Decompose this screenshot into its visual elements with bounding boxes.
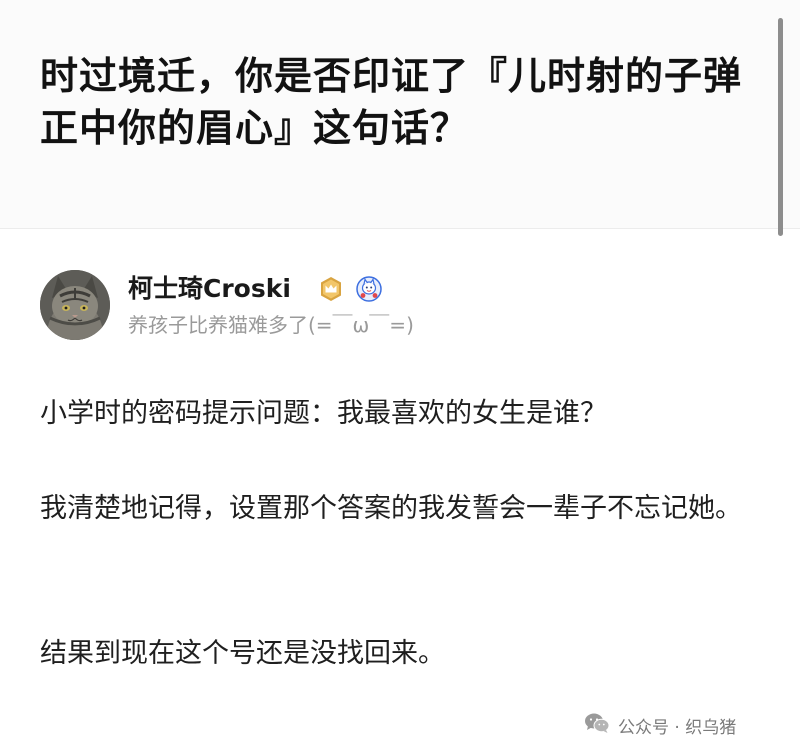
answer-paragraph-1: 小学时的密码提示问题：我最喜欢的女生是谁？ [40, 398, 607, 429]
watermark: 公众号 · 织乌猪 [584, 710, 736, 740]
author-row: 柯士琦Croski 养孩子比养猫难多了(=￣ω￣=) [40, 270, 760, 342]
author-name[interactable]: 柯士琦Croski [128, 272, 291, 306]
wechat-icon [584, 712, 610, 738]
answer-paragraph-3: 结果到现在这个号还是没找回来。 [40, 638, 445, 669]
scrollbar[interactable] [778, 18, 783, 236]
cat-avatar-icon[interactable] [40, 270, 110, 340]
watermark-text: 公众号 · 织乌猪 [618, 717, 737, 738]
author-bio: 养孩子比养猫难多了(=￣ω￣=) [128, 313, 414, 337]
blue-mascot-badge-icon[interactable] [356, 276, 382, 302]
question-title[interactable]: 时过境迁，你是否印证了『儿时射的子弹正中你的眉心』这句话？ [40, 50, 760, 154]
answer-paragraph-2: 我清楚地记得，设置那个答案的我发誓会一辈子不忘记她。 [40, 493, 742, 524]
gold-crown-badge-icon[interactable] [318, 276, 344, 302]
question-header: 时过境迁，你是否印证了『儿时射的子弹正中你的眉心』这句话？ [0, 0, 800, 229]
